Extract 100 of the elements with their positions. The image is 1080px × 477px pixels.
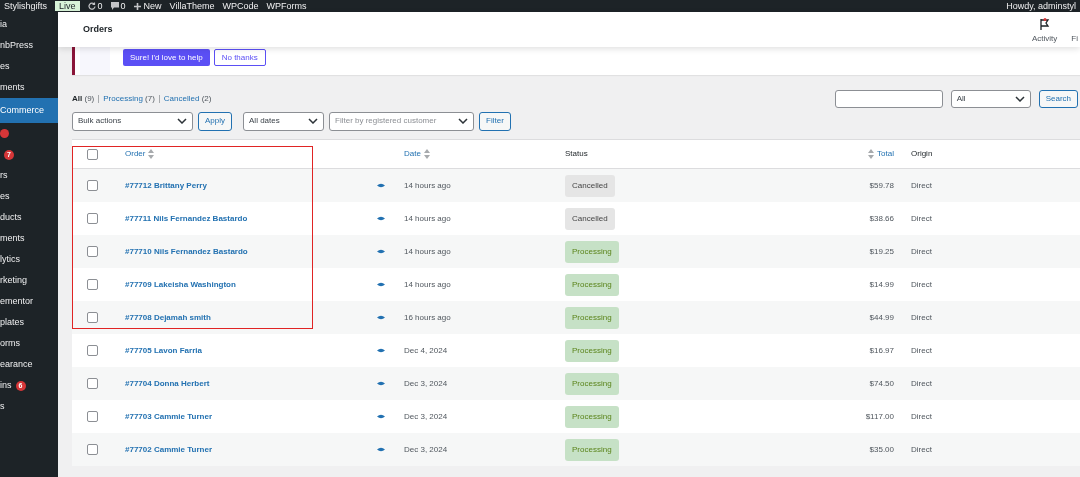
checkbox[interactable] — [87, 378, 98, 389]
sidebar-item[interactable]: s — [0, 396, 58, 417]
sidebar-item[interactable]: ments — [0, 228, 58, 249]
dates-select[interactable]: All dates — [243, 111, 324, 131]
status-badge: Processing — [565, 438, 619, 461]
sidebar-item[interactable]: ducts — [0, 207, 58, 228]
eye-icon[interactable] — [377, 315, 385, 320]
sidebar-item[interactable]: ementor — [0, 291, 58, 312]
sort-icon — [423, 149, 430, 159]
status-badge: Cancelled — [565, 207, 615, 230]
order-link[interactable]: #77709 Lakeisha Washington — [113, 278, 370, 291]
comments-count[interactable]: 0 — [120, 0, 126, 12]
sidebar-item[interactable]: earance — [0, 354, 58, 375]
order-link[interactable]: #77712 Brittany Perry — [113, 179, 370, 192]
sidebar-item[interactable]: ments — [0, 77, 58, 98]
greeting-text[interactable]: Howdy, adminstyl — [1006, 0, 1076, 12]
checkbox[interactable] — [87, 148, 98, 160]
table-cell-text: Direct — [910, 245, 933, 258]
sidebar-item[interactable]: nbPress — [0, 35, 58, 56]
table-cell-text: $16.97 — [868, 344, 895, 357]
site-name[interactable]: Stylishgifts — [4, 0, 47, 12]
updates-count[interactable]: 0 — [97, 0, 103, 12]
header-action[interactable]: Activity — [1032, 14, 1058, 45]
table-cell-text: 14 hours ago — [403, 245, 452, 258]
eye-icon[interactable] — [377, 183, 385, 188]
admin-bar-link[interactable]: VillaTheme — [169, 0, 215, 12]
column-header[interactable]: Date — [392, 148, 553, 160]
column-header[interactable]: Total — [806, 148, 906, 160]
order-link[interactable]: #77705 Lavon Farria — [113, 344, 370, 357]
plus-icon[interactable] — [133, 2, 141, 10]
sidebar-item[interactable]: es — [0, 186, 58, 207]
admin-bar-link[interactable]: WPCode — [222, 0, 259, 12]
apply-button[interactable]: Apply — [198, 111, 232, 131]
no-thanks-button[interactable]: No thanks — [213, 49, 266, 66]
eye-icon[interactable] — [377, 282, 385, 287]
order-link[interactable]: #77703 Cammie Turner — [113, 410, 370, 423]
table-cell-text: Dec 3, 2024 — [403, 377, 449, 390]
table-cell-text: 16 hours ago — [403, 311, 452, 324]
eye-icon[interactable] — [377, 216, 385, 221]
chevron-down-icon — [177, 118, 187, 124]
search-field[interactable] — [834, 90, 943, 108]
flag-icon — [1038, 18, 1051, 30]
checkbox[interactable] — [87, 180, 98, 191]
sidebar-item[interactable]: orms — [0, 333, 58, 354]
table-cell-text: $14.99 — [868, 278, 895, 291]
table-cell-text: $35.00 — [868, 443, 895, 456]
sidebar-item[interactable]: ia — [0, 14, 58, 35]
table-cell-text: Direct — [910, 344, 933, 357]
checkbox[interactable] — [87, 213, 98, 224]
table-cell-text: $117.00 — [864, 410, 895, 423]
column-header: Status — [564, 148, 589, 160]
table-cell-text: $38.66 — [868, 212, 895, 225]
table-cell-text: Direct — [910, 377, 933, 390]
sidebar-item[interactable]: Commerce — [0, 98, 58, 123]
eye-icon[interactable] — [377, 447, 385, 452]
refresh-icon[interactable] — [87, 2, 96, 10]
sidebar-item[interactable]: rketing — [0, 270, 58, 291]
sidebar-item[interactable]: plates — [0, 312, 58, 333]
view-filter-link[interactable]: All (9) — [72, 93, 95, 105]
table-cell-text: Dec 3, 2024 — [403, 410, 449, 423]
sidebar-item[interactable]: rs — [0, 165, 58, 186]
eye-icon[interactable] — [377, 381, 385, 386]
status-badge: Processing — [565, 240, 619, 263]
checkbox[interactable] — [87, 444, 98, 455]
search-button[interactable]: Search — [1038, 90, 1078, 108]
comment-icon[interactable] — [110, 2, 119, 10]
view-filter-link[interactable]: Processing (7) — [103, 93, 155, 105]
search-type-select[interactable]: All — [950, 90, 1031, 108]
table-cell-text: 14 hours ago — [403, 278, 452, 291]
status-badge: Processing — [565, 306, 619, 329]
checkbox[interactable] — [87, 312, 98, 323]
sidebar-item[interactable]: lytics — [0, 249, 58, 270]
sort-icon — [148, 149, 155, 159]
admin-bar-link[interactable]: WPForms — [266, 0, 307, 12]
status-badge: Cancelled — [565, 174, 615, 197]
eye-icon[interactable] — [377, 414, 385, 419]
column-header[interactable]: Order — [113, 148, 370, 160]
admin-bar-link[interactable]: New — [143, 0, 162, 12]
order-link[interactable]: #77704 Donna Herbert — [113, 377, 370, 390]
eye-icon[interactable] — [377, 249, 385, 254]
table-cell-text: Direct — [910, 212, 933, 225]
checkbox[interactable] — [87, 411, 98, 422]
checkbox[interactable] — [87, 345, 98, 356]
order-link[interactable]: #77711 Nils Fernandez Bastardo — [113, 212, 370, 225]
sidebar-item[interactable]: es — [0, 56, 58, 77]
bulk-actions-select[interactable]: Bulk actions — [72, 111, 193, 131]
customer-filter-select[interactable]: Filter by registered customer — [329, 111, 474, 131]
order-link[interactable]: #77710 Nils Fernandez Bastardo — [113, 245, 370, 258]
header-action[interactable]: Fi — [1071, 14, 1078, 45]
filter-button[interactable]: Filter — [479, 111, 511, 131]
help-button[interactable]: Sure! I'd love to help — [123, 49, 210, 66]
table-cell-text: $59.78 — [868, 179, 895, 192]
order-link[interactable]: #77708 Dejamah smith — [113, 311, 370, 324]
eye-icon[interactable] — [377, 348, 385, 353]
chevron-down-icon — [1014, 96, 1025, 102]
checkbox[interactable] — [87, 279, 98, 290]
checkbox[interactable] — [87, 246, 98, 257]
view-filter-link[interactable]: Cancelled (2) — [163, 93, 212, 105]
table-cell-text: $19.25 — [868, 245, 895, 258]
order-link[interactable]: #77702 Cammie Turner — [113, 443, 370, 456]
